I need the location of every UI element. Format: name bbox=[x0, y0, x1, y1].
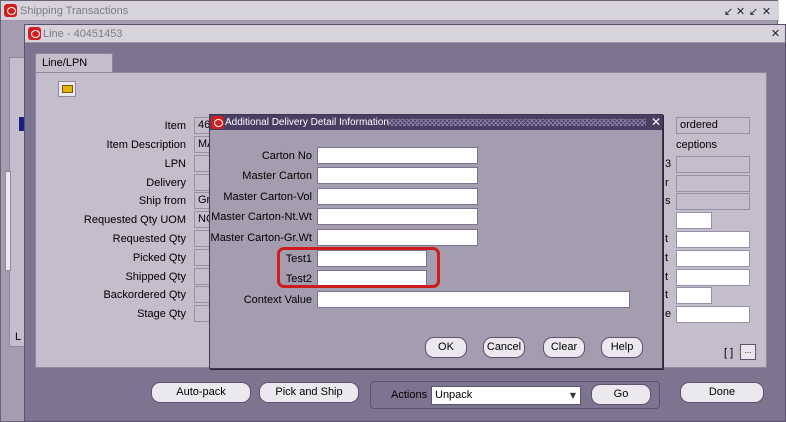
ship-from-label: Ship from bbox=[138, 195, 186, 207]
master-carton-vol-label: Master Carton-Vol bbox=[223, 191, 312, 203]
outer-titlebar[interactable]: Shipping Transactions ↙ ✕ ↙ ✕ bbox=[1, 1, 779, 21]
titlebar-pattern bbox=[388, 119, 646, 126]
right-label-fragment: e bbox=[665, 308, 672, 320]
right-label-fragment: t bbox=[665, 289, 669, 301]
right-label-fragment: t bbox=[665, 252, 669, 264]
item-field[interactable]: 46 bbox=[194, 117, 210, 134]
cancel-button[interactable]: Cancel bbox=[483, 337, 525, 358]
chevron-down-icon: ▼ bbox=[569, 391, 576, 400]
stage-qty-label: Stage Qty bbox=[137, 308, 186, 320]
exceptions-label: ceptions bbox=[676, 139, 717, 151]
right-field-6[interactable] bbox=[676, 250, 750, 267]
item-label: Item bbox=[164, 120, 186, 132]
background-label-fragment: L bbox=[15, 331, 22, 343]
master-carton-gr-wt-field[interactable] bbox=[317, 229, 478, 246]
stage-qty-field[interactable] bbox=[194, 305, 210, 322]
requested-qty-label: Requested Qty bbox=[112, 233, 186, 245]
outer-close-icon[interactable]: ✕ bbox=[734, 5, 747, 18]
right-label-fragment: t bbox=[665, 271, 669, 283]
go-button[interactable]: Go bbox=[591, 384, 651, 405]
lpn-label: LPN bbox=[164, 158, 186, 170]
right-label-fragment: s bbox=[665, 195, 671, 207]
delivery-label: Delivery bbox=[146, 177, 186, 189]
test-fields-highlight bbox=[277, 247, 440, 288]
right-field-2[interactable] bbox=[676, 175, 750, 192]
tab-line-lpn[interactable]: Line/LPN bbox=[35, 53, 113, 73]
right-field-1[interactable] bbox=[676, 156, 750, 173]
actions-label: Actions bbox=[391, 389, 428, 401]
actions-select[interactable]: Unpack ▼ bbox=[431, 386, 581, 405]
requested-qty-field[interactable] bbox=[194, 230, 210, 247]
dialog-titlebar[interactable]: Additional Delivery Detail Information ✕ bbox=[210, 115, 662, 130]
picked-qty-field[interactable] bbox=[194, 249, 210, 266]
flex-indicator: [ ] bbox=[724, 347, 734, 359]
line-window-close-icon[interactable]: ✕ bbox=[769, 27, 782, 40]
right-label-fragment: 3 bbox=[665, 158, 672, 170]
requested-qty-uom-label: Requested Qty UOM bbox=[83, 214, 186, 226]
shipped-qty-field[interactable] bbox=[194, 268, 210, 285]
ship-from-field[interactable]: Gr bbox=[194, 192, 210, 209]
folder-icon bbox=[62, 85, 73, 93]
ellipsis-button[interactable]: ... bbox=[740, 344, 756, 360]
right-field-5[interactable] bbox=[676, 231, 750, 248]
item-description-field[interactable]: MA bbox=[194, 136, 210, 153]
backordered-qty-label: Backordered Qty bbox=[103, 289, 186, 301]
dialog-close-icon[interactable]: ✕ bbox=[651, 115, 661, 129]
master-carton-nt-wt-label: Master Carton-Nt.Wt bbox=[211, 211, 312, 223]
master-carton-nt-wt-field[interactable] bbox=[317, 208, 478, 225]
ok-button[interactable]: OK bbox=[425, 337, 467, 358]
oracle-logo-icon bbox=[4, 4, 17, 17]
oracle-logo-icon bbox=[211, 116, 224, 129]
carton-no-field[interactable] bbox=[317, 147, 478, 164]
requested-qty-uom-field[interactable]: NC bbox=[194, 211, 210, 228]
actions-group: Actions Unpack ▼ Go bbox=[370, 381, 660, 409]
line-window-titlebar[interactable]: Line - 40451453 ✕ bbox=[25, 25, 785, 43]
right-field-8[interactable] bbox=[676, 287, 712, 304]
master-carton-vol-field[interactable] bbox=[317, 188, 478, 205]
dialog-title: Additional Delivery Detail Information bbox=[225, 117, 389, 128]
auto-pack-button[interactable]: Auto-pack bbox=[151, 382, 251, 403]
master-carton-label: Master Carton bbox=[242, 170, 312, 182]
context-value-field[interactable] bbox=[317, 291, 630, 308]
right-label-fragment: t bbox=[665, 233, 669, 245]
done-button[interactable]: Done bbox=[680, 382, 764, 403]
context-value-label: Context Value bbox=[243, 294, 312, 306]
additional-delivery-detail-dialog: Additional Delivery Detail Information ✕… bbox=[209, 114, 663, 369]
line-window-title: Line - 40451453 bbox=[43, 28, 123, 40]
right-field-9[interactable] bbox=[676, 306, 750, 323]
open-folder-icon[interactable] bbox=[58, 81, 76, 97]
backordered-qty-field[interactable] bbox=[194, 286, 210, 303]
master-carton-field[interactable] bbox=[317, 167, 478, 184]
actions-select-value: Unpack bbox=[435, 389, 473, 401]
right-field-3[interactable] bbox=[676, 193, 750, 210]
outer-close-icon-2[interactable]: ✕ bbox=[760, 5, 773, 18]
item-description-label: Item Description bbox=[106, 139, 186, 151]
clear-button[interactable]: Clear bbox=[543, 337, 585, 358]
right-label-fragment: r bbox=[665, 177, 669, 189]
right-field-7[interactable] bbox=[676, 269, 750, 286]
right-field-4[interactable] bbox=[676, 212, 712, 229]
status-field[interactable]: ordered bbox=[676, 117, 750, 134]
lpn-field[interactable] bbox=[194, 155, 210, 172]
picked-qty-label: Picked Qty bbox=[132, 252, 186, 264]
background-panel-edge bbox=[9, 57, 25, 347]
outer-window-title: Shipping Transactions bbox=[20, 5, 129, 17]
shipped-qty-label: Shipped Qty bbox=[125, 271, 186, 283]
oracle-logo-icon bbox=[28, 27, 41, 40]
scrollbar[interactable] bbox=[5, 171, 11, 271]
delivery-field[interactable] bbox=[194, 174, 210, 191]
carton-no-label: Carton No bbox=[261, 150, 312, 162]
master-carton-gr-wt-label: Master Carton-Gr.Wt bbox=[210, 232, 312, 244]
outer-minimize-icon-2[interactable]: ↙ bbox=[747, 5, 760, 18]
pick-and-ship-button[interactable]: Pick and Ship bbox=[259, 382, 359, 403]
help-button[interactable]: Help bbox=[601, 337, 643, 358]
